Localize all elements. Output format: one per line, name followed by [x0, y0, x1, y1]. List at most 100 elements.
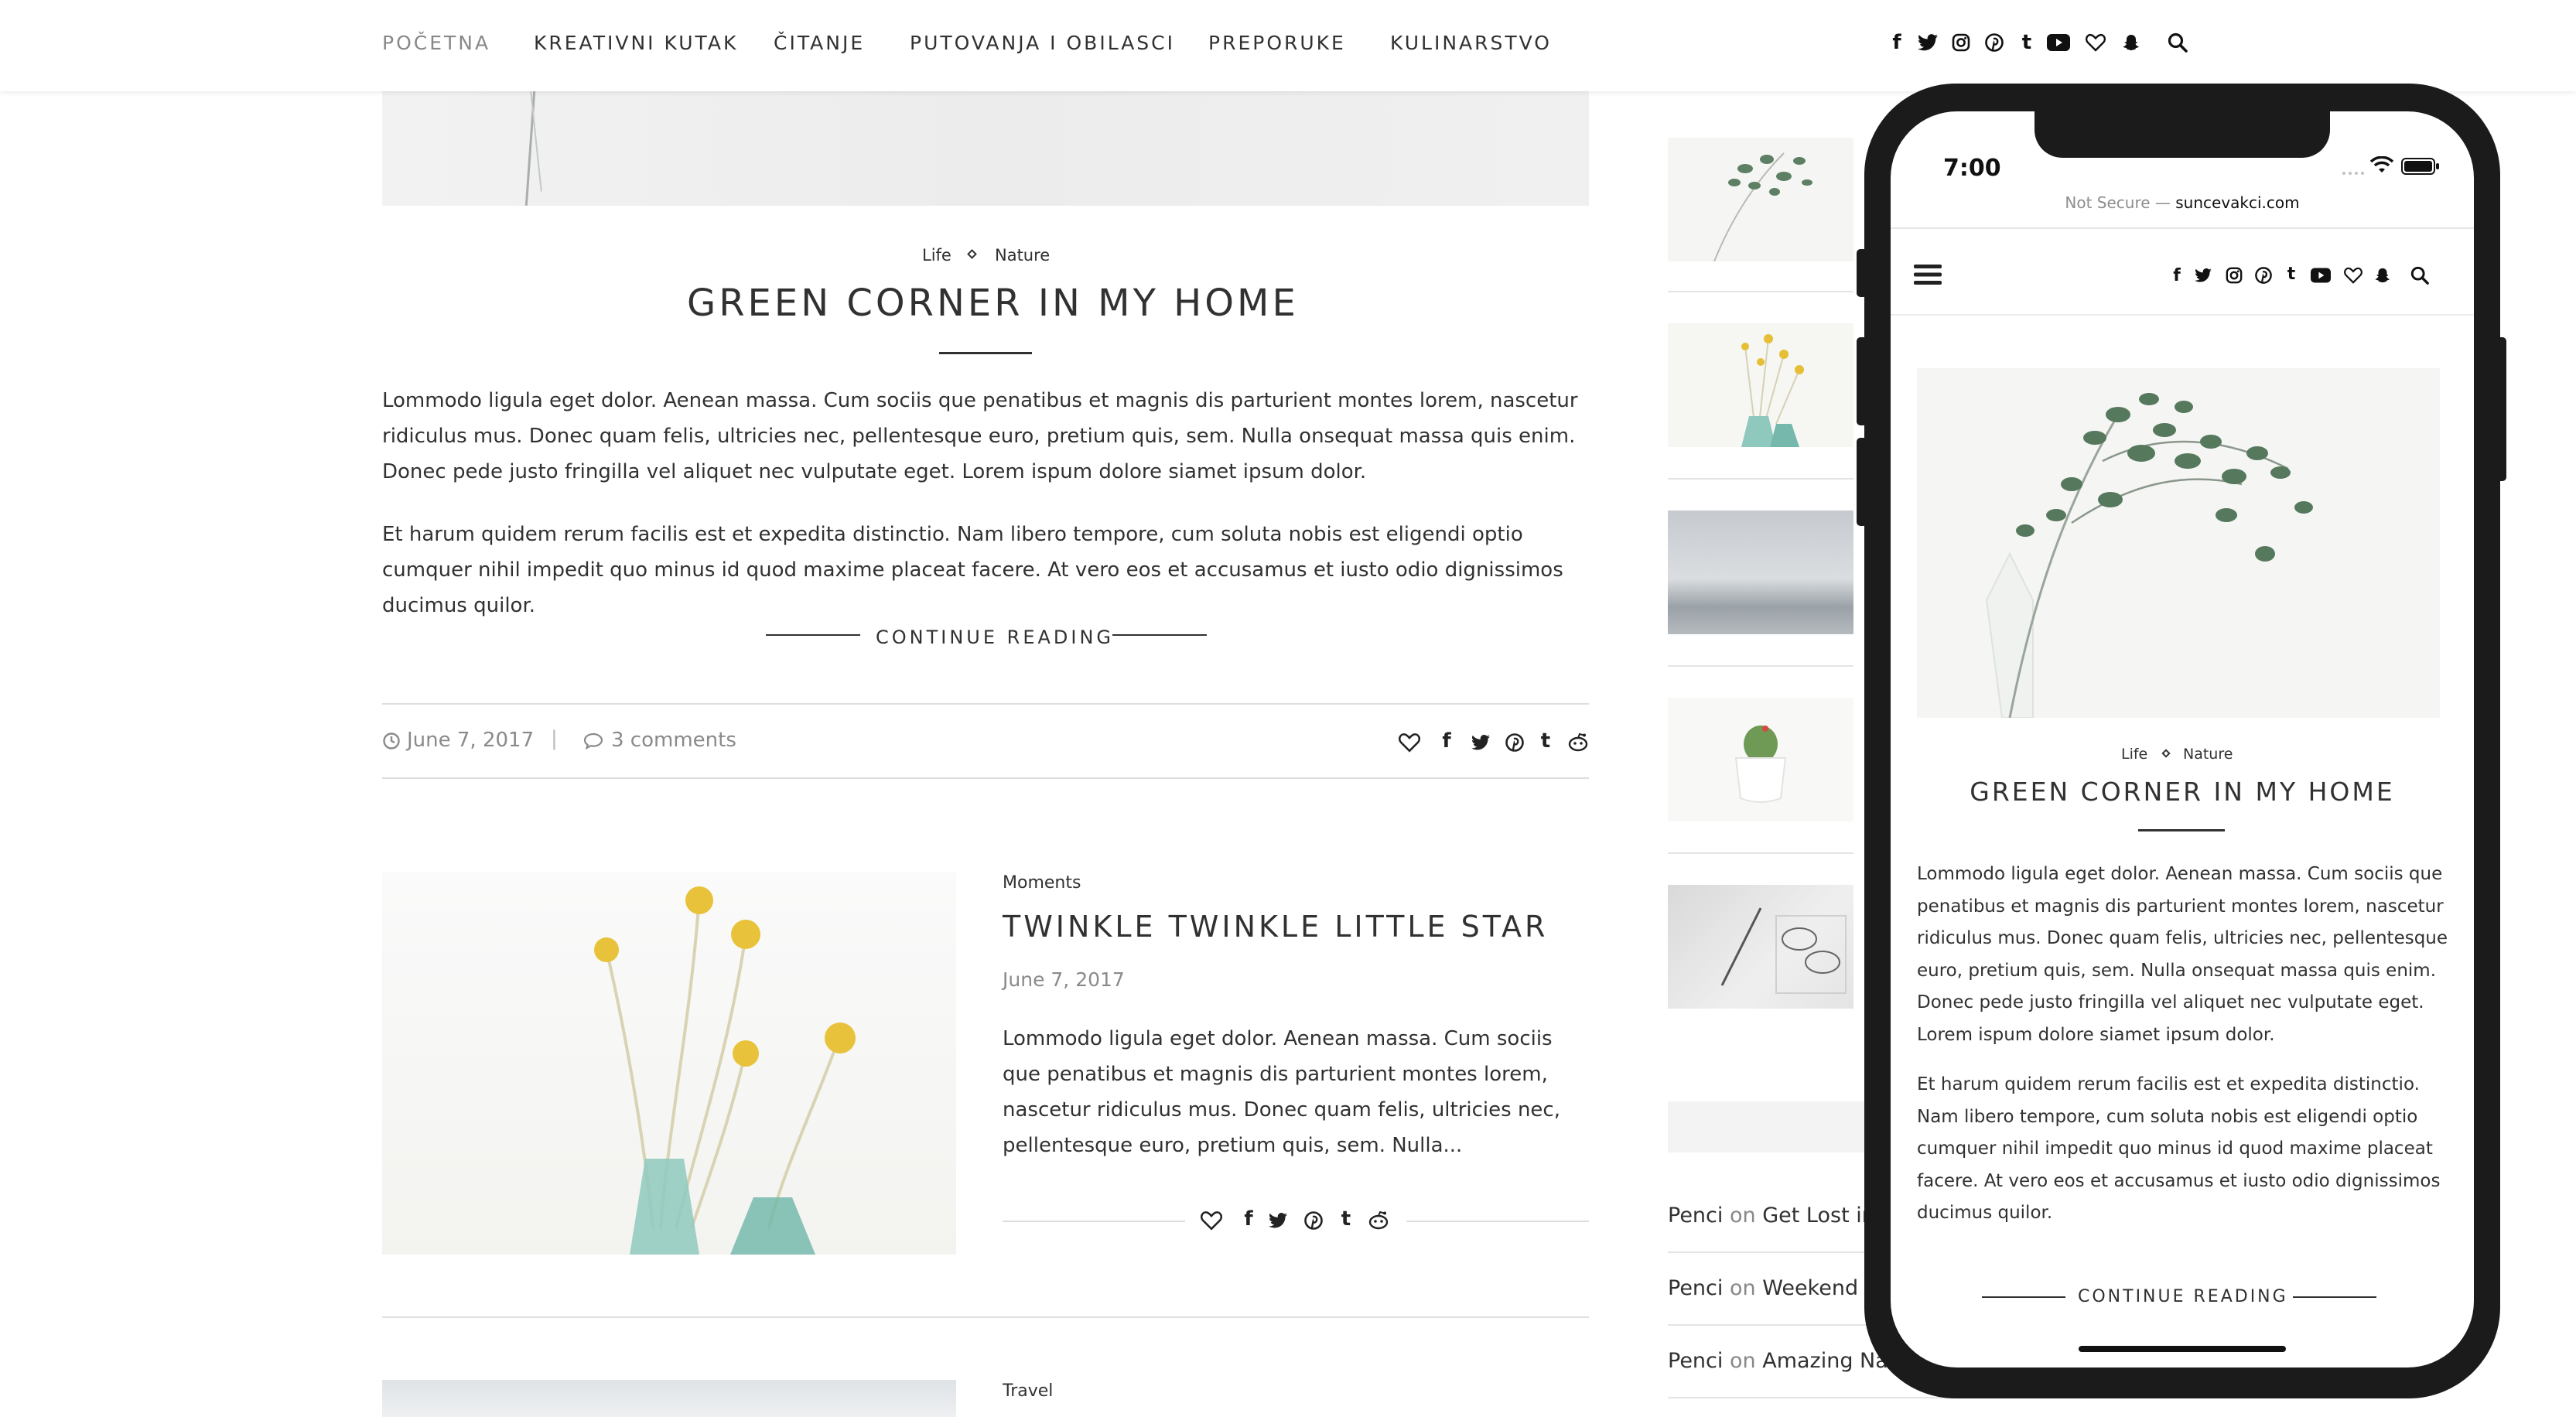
phone-home-indicator — [2079, 1346, 2286, 1352]
continue-reading-link[interactable]: CONTINUE READING — [876, 627, 1114, 648]
heart-icon[interactable] — [2084, 29, 2107, 56]
url-domain: suncevakci.com — [2175, 193, 2300, 212]
phone-snapchat-icon[interactable] — [2372, 265, 2393, 286]
recent-comment-2[interactable]: Penci on Weekend Co — [1668, 1276, 1892, 1300]
hamburger-menu-icon[interactable] — [1914, 263, 1942, 289]
post2-like-icon[interactable] — [1197, 1207, 1225, 1234]
phone-youtube-icon[interactable] — [2310, 265, 2332, 286]
share-twitter-icon[interactable] — [1467, 729, 1495, 756]
nav-item-preporuke[interactable]: PREPORUKE — [1208, 32, 1346, 54]
sidebar-thumb-5[interactable] — [1668, 885, 1853, 1009]
comment-on: on — [1729, 1349, 1756, 1373]
recent-comment-3[interactable]: Penci on Amazing Natu — [1668, 1349, 1909, 1373]
share-tumblr-icon[interactable]: t — [1532, 727, 1560, 755]
phone-post-title[interactable]: GREEN CORNER IN MY HOME — [1891, 777, 2474, 807]
clock-icon — [382, 732, 401, 753]
pinterest-icon[interactable] — [1983, 29, 2006, 56]
battery-icon — [2401, 158, 2440, 178]
post2-share-tumblr-icon[interactable]: t — [1332, 1205, 1360, 1233]
post2-share-pinterest-icon[interactable] — [1300, 1207, 1327, 1234]
like-icon[interactable] — [1396, 729, 1423, 756]
recent-comment-1[interactable]: Penci on Get Lost in t — [1668, 1204, 1890, 1227]
share-facebook-icon[interactable]: f — [1433, 727, 1461, 755]
phone-twitter-icon[interactable] — [2192, 265, 2214, 286]
twitter-icon[interactable] — [1916, 29, 1939, 56]
sidebar-thumb-4[interactable] — [1668, 698, 1853, 821]
sidebar-divider — [1668, 665, 1853, 667]
post3-thumbnail[interactable] — [382, 1380, 956, 1417]
phone-header-divider — [1891, 314, 2474, 316]
url-security-label: Not Secure — — [2065, 193, 2171, 212]
post2-share-facebook-icon[interactable]: f — [1235, 1205, 1262, 1233]
tumblr-icon[interactable]: t — [2015, 29, 2038, 56]
comments-link[interactable]: 3 comments — [611, 729, 736, 752]
comment-author[interactable]: Penci — [1668, 1276, 1723, 1300]
phone-search-icon[interactable] — [2409, 265, 2431, 286]
post2-share-reddit-icon[interactable] — [1365, 1207, 1392, 1234]
comment-author[interactable]: Penci — [1668, 1204, 1723, 1227]
sidebar-thumb-1[interactable] — [1668, 138, 1853, 261]
post2-share-twitter-icon[interactable] — [1264, 1207, 1292, 1234]
sidebar-thumb-3[interactable] — [1668, 510, 1853, 634]
post2-category[interactable]: Moments — [1003, 873, 1081, 893]
snapchat-icon[interactable] — [2120, 29, 2143, 56]
comment-on: on — [1729, 1204, 1756, 1227]
search-icon[interactable] — [2166, 29, 2189, 56]
phone-continue-line-right — [2293, 1296, 2376, 1298]
category-separator — [967, 249, 977, 259]
share-reddit-icon[interactable] — [1564, 729, 1592, 756]
post2-title[interactable]: TWINKLE TWINKLE LITTLE STAR — [1003, 910, 1548, 944]
comment-author[interactable]: Penci — [1668, 1349, 1723, 1373]
post-separator — [382, 1316, 1589, 1318]
nav-item-kulinarstvo[interactable]: KULINARSTVO — [1390, 32, 1552, 54]
phone-heart-icon[interactable] — [2342, 265, 2364, 286]
continue-line-left — [766, 634, 860, 636]
phone-featured-image[interactable] — [1917, 368, 2440, 718]
comment-on: on — [1729, 1276, 1756, 1300]
post-thumbnail-twinkle[interactable] — [382, 872, 956, 1255]
meta-divider-top — [382, 703, 1589, 705]
phone-pinterest-icon[interactable] — [2253, 265, 2274, 286]
phone-category-separator — [2161, 749, 2171, 758]
post2-excerpt: Lommodo ligula eget dolor. Aenean massa.… — [1003, 1027, 1560, 1157]
post2-share-line-right — [1406, 1221, 1589, 1222]
phone-mockup: 7:00 Not Secure — suncevakci.com f t Lif… — [1864, 84, 2500, 1398]
post-category-life[interactable]: Life — [922, 246, 951, 265]
phone-title-divider — [2138, 829, 2225, 831]
post-category-nature[interactable]: Nature — [995, 246, 1050, 265]
phone-category-nature[interactable]: Nature — [2183, 746, 2233, 763]
phone-facebook-icon[interactable]: f — [2166, 265, 2188, 286]
nav-item-kreativni-kutak[interactable]: KREATIVNI KUTAK — [534, 32, 738, 54]
post3-category[interactable]: Travel — [1003, 1381, 1053, 1401]
phone-category-life[interactable]: Life — [2121, 746, 2147, 763]
post-featured-image[interactable] — [382, 91, 1589, 206]
share-pinterest-icon[interactable] — [1501, 729, 1529, 756]
phone-status-time: 7:00 — [1943, 155, 2001, 182]
youtube-icon[interactable] — [2047, 29, 2070, 56]
instagram-icon[interactable] — [1949, 29, 1973, 56]
nav-item-pocetna[interactable]: POČETNA — [382, 32, 490, 54]
sidebar-thumb-2[interactable] — [1668, 323, 1853, 447]
sidebar-divider — [1668, 478, 1853, 480]
comment-icon — [583, 732, 603, 753]
phone-address-bar[interactable]: Not Secure — suncevakci.com — [1891, 193, 2474, 212]
sidebar-divider — [1668, 852, 1853, 854]
post-date: June 7, 2017 — [407, 729, 535, 752]
phone-continue-reading-link[interactable]: CONTINUE READING — [2078, 1287, 2288, 1306]
sidebar-divider — [1668, 291, 1853, 292]
post2-share-line-left — [1003, 1221, 1185, 1222]
phone-screen: 7:00 Not Secure — suncevakci.com f t Lif… — [1891, 111, 2474, 1367]
post-paragraph-2: Et harum quidem rerum facilis est et exp… — [382, 523, 1563, 617]
meta-separator: | — [551, 727, 558, 750]
phone-instagram-icon[interactable] — [2223, 265, 2245, 286]
nav-item-putovanja[interactable]: PUTOVANJA I OBILASCI — [910, 32, 1175, 54]
nav-item-citanje[interactable]: ČITANJE — [774, 32, 865, 54]
phone-continue-line-left — [1982, 1296, 2065, 1298]
post-title[interactable]: GREEN CORNER IN MY HOME — [687, 282, 1299, 325]
phone-paragraph-1: Lommodo ligula eget dolor. Aenean massa.… — [1917, 864, 2448, 1045]
phone-browser-divider — [1891, 227, 2474, 229]
phone-tumblr-icon[interactable]: t — [2280, 263, 2302, 285]
main-navigation: POČETNA KREATIVNI KUTAK ČITANJE PUTOVANJ… — [0, 0, 2576, 91]
facebook-icon[interactable]: f — [1885, 29, 1908, 56]
post-paragraph-1: Lommodo ligula eget dolor. Aenean massa.… — [382, 389, 1578, 483]
